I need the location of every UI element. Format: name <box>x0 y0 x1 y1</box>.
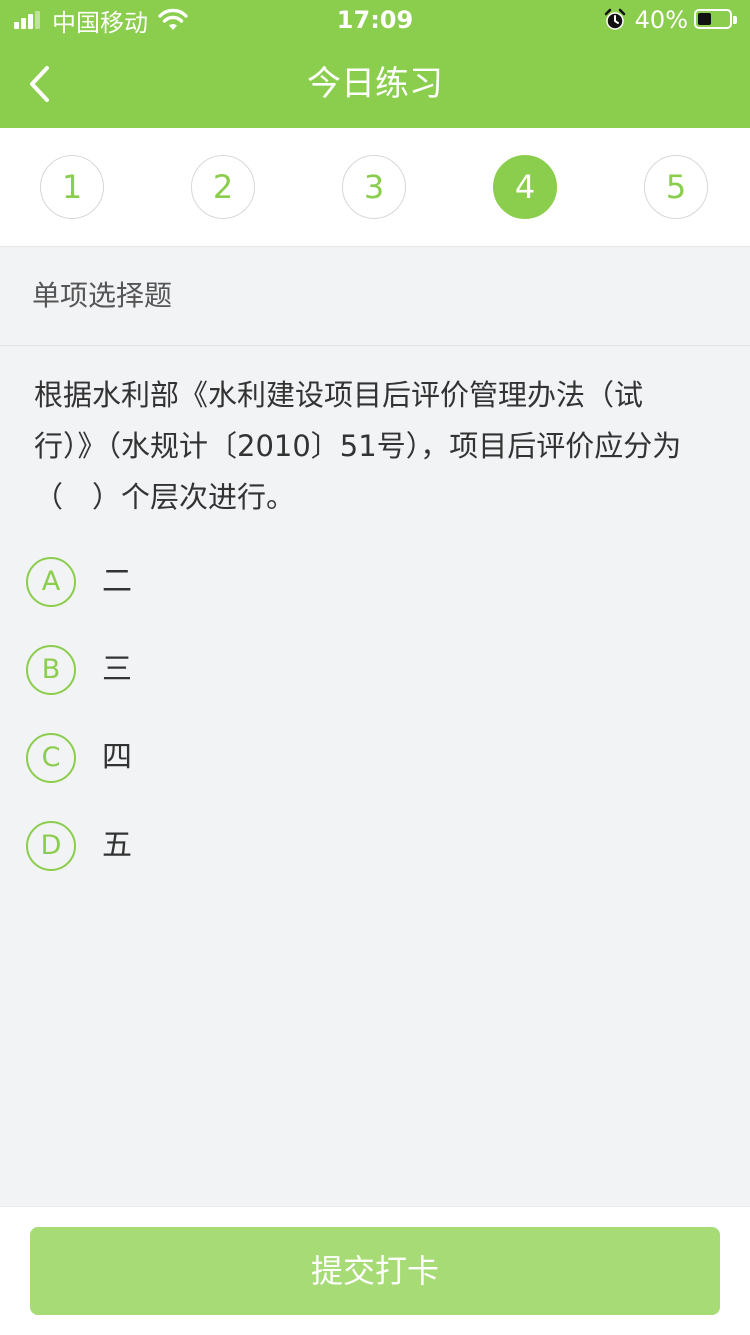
page-title: 今日练习 <box>307 64 443 104</box>
step-4-button[interactable]: 4 <box>493 155 557 219</box>
nav-bar: 今日练习 <box>0 40 750 128</box>
option-d-letter: D <box>26 821 76 871</box>
question-line-1: 根据水利部《水利建设项目后评价管理办法（试 <box>34 378 644 412</box>
question-type-row: 单项选择题 <box>0 247 750 346</box>
option-b-letter: B <box>26 645 76 695</box>
option-c[interactable]: C 四 <box>26 733 716 783</box>
option-c-text: 四 <box>102 740 132 775</box>
step-2-button[interactable]: 2 <box>191 155 255 219</box>
step-3-button[interactable]: 3 <box>342 155 406 219</box>
battery-icon <box>694 9 738 31</box>
submit-checkin-button[interactable]: 提交打卡 <box>30 1227 720 1315</box>
question-stepper: 1 2 3 4 5 <box>0 128 750 247</box>
option-a-text: 二 <box>102 564 132 599</box>
option-a[interactable]: A 二 <box>26 557 716 607</box>
status-bar: 中国移动 17:09 40% <box>0 0 750 40</box>
step-1-button[interactable]: 1 <box>40 155 104 219</box>
option-c-letter: C <box>26 733 76 783</box>
status-right: 40% <box>603 6 738 34</box>
question-text: 根据水利部《水利建设项目后评价管理办法（试 行）》（水规计〔2010〕51号），… <box>34 370 734 523</box>
option-b[interactable]: B 三 <box>26 645 716 695</box>
bottom-bar: 提交打卡 <box>0 1206 750 1335</box>
option-a-letter: A <box>26 557 76 607</box>
option-d-text: 五 <box>102 828 132 863</box>
battery-percent: 40% <box>634 6 688 34</box>
question-line-3: （ ）个层次进行。 <box>34 480 296 514</box>
option-d[interactable]: D 五 <box>26 821 716 871</box>
step-5-button[interactable]: 5 <box>644 155 708 219</box>
question-type-label: 单项选择题 <box>32 279 173 312</box>
option-b-text: 三 <box>102 652 132 687</box>
question-line-2: 行）》（水规计〔2010〕51号），项目后评价应分为 <box>34 429 682 463</box>
alarm-icon <box>604 8 625 30</box>
